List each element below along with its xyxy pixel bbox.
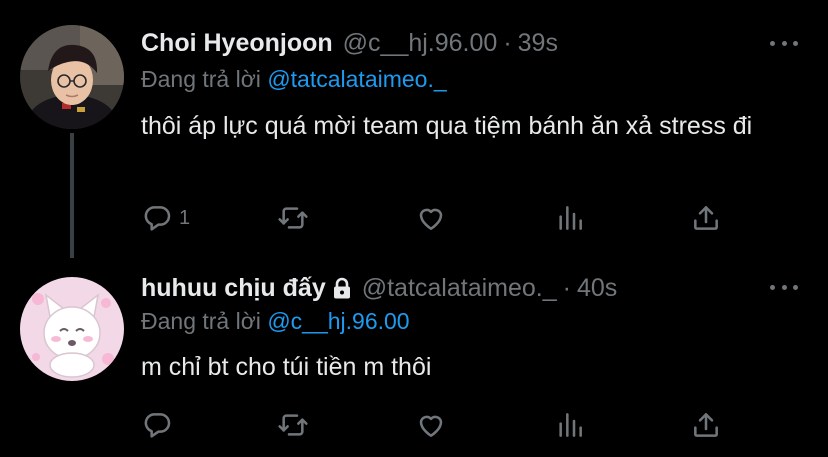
lock-icon <box>331 276 353 300</box>
like-icon <box>419 415 443 437</box>
replying-prefix: Đang trả lời <box>141 66 268 92</box>
action-bar: 1 <box>141 200 741 236</box>
handle[interactable]: @tatcalataimeo._ <box>362 274 557 303</box>
views-icon <box>559 413 582 437</box>
thread-line <box>70 133 74 258</box>
mention-link[interactable]: @tatcalataimeo._ <box>267 66 446 92</box>
timestamp[interactable]: 39s <box>518 29 558 58</box>
reply-button[interactable]: 1 <box>141 200 190 236</box>
retweet-button[interactable] <box>277 200 309 236</box>
action-bar <box>141 407 741 443</box>
share-button[interactable] <box>690 200 722 236</box>
retweet-button[interactable] <box>277 407 309 443</box>
timestamp[interactable]: 40s <box>577 274 617 303</box>
replying-to: Đang trả lời @tatcalataimeo._ <box>141 66 447 93</box>
views-button[interactable] <box>554 407 586 443</box>
views-icon <box>559 206 582 230</box>
share-button[interactable] <box>690 407 722 443</box>
display-name[interactable]: huhuu chịu đấy <box>141 274 326 303</box>
tweet-text: thôi áp lực quá mời team qua tiệm bánh ă… <box>141 112 753 140</box>
reply-icon <box>144 413 171 438</box>
tweet[interactable]: huhuu chịu đấy @tatcalataimeo._ · 40s Đa… <box>0 260 828 457</box>
share-icon <box>694 413 718 437</box>
like-button[interactable] <box>415 407 447 443</box>
tweet-header: huhuu chịu đấy @tatcalataimeo._ · 40s <box>141 272 617 304</box>
like-icon <box>419 208 443 230</box>
like-button[interactable] <box>415 200 447 236</box>
replying-prefix: Đang trả lời <box>141 308 268 334</box>
more-icon[interactable] <box>770 38 798 48</box>
more-icon[interactable] <box>770 282 798 292</box>
retweet-icon <box>278 414 308 436</box>
share-icon <box>694 206 718 230</box>
retweet-icon <box>278 207 308 229</box>
reply-icon <box>144 206 171 231</box>
avatar[interactable] <box>20 277 124 381</box>
views-button[interactable] <box>554 200 586 236</box>
avatar[interactable] <box>20 25 124 129</box>
separator-dot: · <box>562 273 571 302</box>
tweet-header: Choi Hyeonjoon @c__hj.96.00 · 39s <box>141 27 558 59</box>
tweet[interactable]: Choi Hyeonjoon @c__hj.96.00 · 39s Đang t… <box>0 0 828 260</box>
separator-dot: · <box>503 28 512 57</box>
replying-to: Đang trả lời @c__hj.96.00 <box>141 308 410 335</box>
reply-count: 1 <box>179 206 191 229</box>
tweet-text: m chỉ bt cho túi tiền m thôi <box>141 353 432 381</box>
handle[interactable]: @c__hj.96.00 <box>343 29 498 58</box>
display-name[interactable]: Choi Hyeonjoon <box>141 29 333 58</box>
reply-button[interactable] <box>141 407 179 443</box>
mention-link[interactable]: @c__hj.96.00 <box>267 308 409 334</box>
